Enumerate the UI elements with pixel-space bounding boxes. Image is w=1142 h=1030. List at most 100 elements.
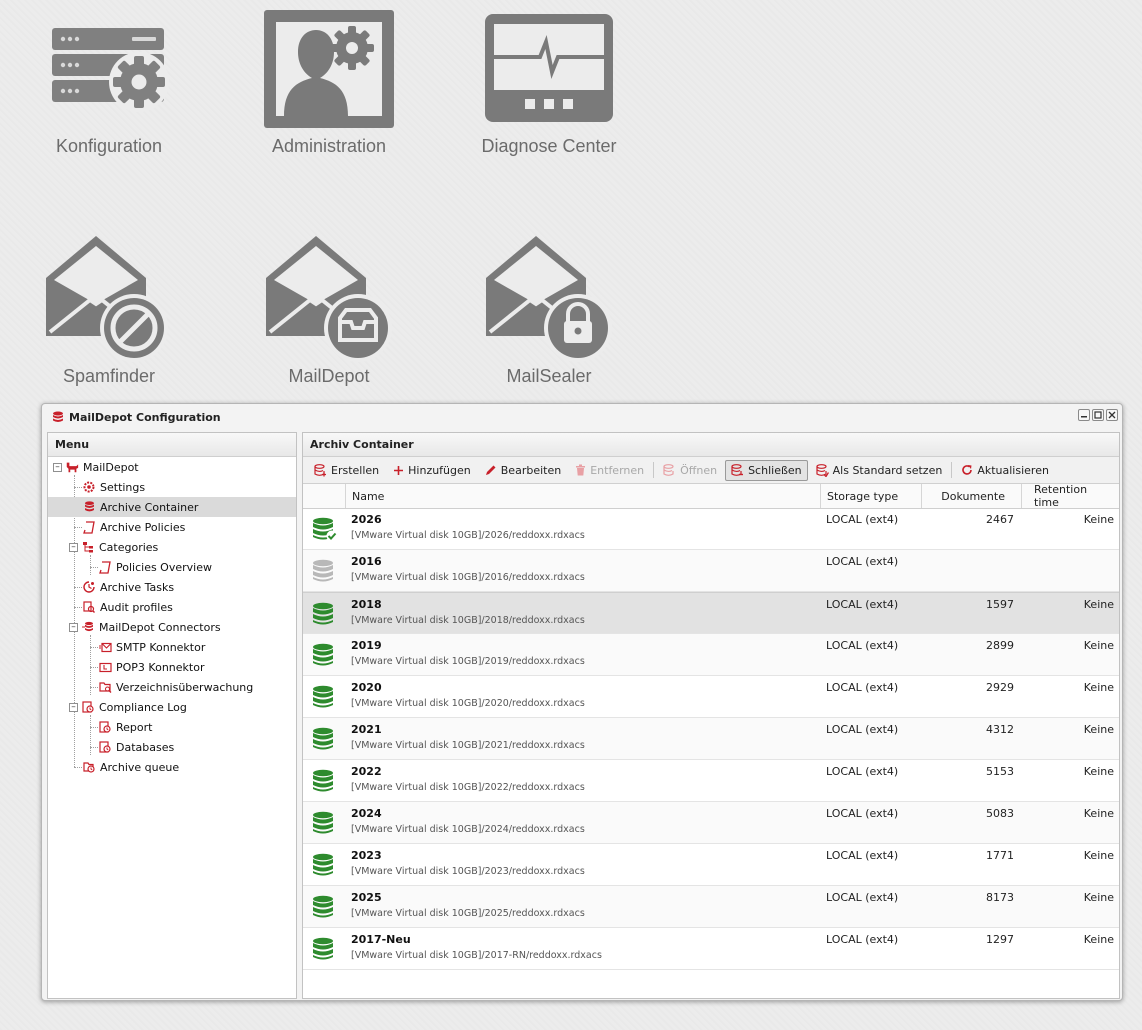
tree-item-archive-container[interactable]: Archive Container: [48, 497, 296, 517]
tree-label: Archive Policies: [100, 520, 186, 534]
tree-item-maildepot[interactable]: – MailDepot: [48, 457, 296, 477]
close-icon: [1108, 411, 1116, 419]
container-path: [VMware Virtual disk 10GB]/2018/reddoxx.…: [351, 615, 585, 626]
tree-label: MailDepot Connectors: [99, 620, 221, 634]
container-documents: 4312: [986, 723, 1014, 736]
table-row[interactable]: 2017-Neu [VMware Virtual disk 10GB]/2017…: [303, 928, 1119, 970]
tree-item-archive-tasks[interactable]: Archive Tasks: [48, 577, 296, 597]
app-maildepot[interactable]: MailDepot: [254, 232, 404, 392]
container-retention: Keine: [1083, 513, 1114, 526]
tree-item-compliance-log[interactable]: – Compliance Log: [48, 697, 296, 717]
app-spamfinder[interactable]: Spamfinder: [34, 232, 184, 392]
table-row[interactable]: 2018 [VMware Virtual disk 10GB]/2018/red…: [303, 592, 1119, 634]
container-name: 2019: [351, 639, 382, 652]
tree-item-databases[interactable]: Databases: [48, 737, 296, 757]
container-name: 2024: [351, 807, 382, 820]
container-path: [VMware Virtual disk 10GB]/2020/reddoxx.…: [351, 698, 585, 709]
database-icon: [82, 500, 96, 514]
tree-label: Audit profiles: [100, 600, 173, 614]
table-row[interactable]: 2019 [VMware Virtual disk 10GB]/2019/red…: [303, 634, 1119, 676]
app-diagnose-center[interactable]: Diagnose Center: [474, 10, 624, 160]
tree-item-maildepot-connectors[interactable]: – MailDepot Connectors: [48, 617, 296, 637]
tree-item-archive-policies[interactable]: Archive Policies: [48, 517, 296, 537]
container-documents: 1597: [986, 598, 1014, 611]
table-row[interactable]: 2021 [VMware Virtual disk 10GB]/2021/red…: [303, 718, 1119, 760]
table-row[interactable]: 2026 [VMware Virtual disk 10GB]/2026/red…: [303, 508, 1119, 550]
maximize-icon: [1094, 411, 1102, 419]
close-button[interactable]: [1106, 409, 1118, 421]
container-documents: 1771: [986, 849, 1014, 862]
tree-item-policies-overview[interactable]: Policies Overview: [48, 557, 296, 577]
als-standard-setzen-button[interactable]: Als Standard setzen: [810, 460, 949, 481]
tree-item-report[interactable]: Report: [48, 717, 296, 737]
collapse-icon[interactable]: –: [69, 622, 78, 632]
trash-icon: [576, 464, 586, 476]
column-header-storage[interactable]: Storage type: [820, 484, 921, 508]
table-row[interactable]: 2016 [VMware Virtual disk 10GB]/2016/red…: [303, 550, 1119, 592]
tree-label: Archive Tasks: [100, 580, 175, 594]
tree-label: Report: [116, 720, 153, 734]
container-documents: 5083: [986, 807, 1014, 820]
container-name: 2023: [351, 849, 382, 862]
pop3-icon: [98, 660, 112, 674]
tree-item-audit-profiles[interactable]: Audit profiles: [48, 597, 296, 617]
tree-item-settings[interactable]: Settings: [48, 477, 296, 497]
column-header-icon[interactable]: [303, 484, 345, 508]
database-icon: [313, 602, 333, 625]
database-icon: [313, 769, 333, 792]
column-header-name[interactable]: Name: [345, 484, 820, 508]
container-path: [VMware Virtual disk 10GB]/2026/reddoxx.…: [351, 530, 585, 541]
container-storage: LOCAL (ext4): [826, 807, 899, 820]
tree-item-pop3-konnektor[interactable]: POP3 Konnektor: [48, 657, 296, 677]
database-icon: [313, 937, 333, 960]
tree-item-categories[interactable]: – Categories: [48, 537, 296, 557]
app-konfiguration[interactable]: Konfiguration: [34, 10, 184, 160]
menu-panel: Menu – MailDepot Settings Archive Contai…: [47, 432, 297, 999]
erstellen-button[interactable]: Erstellen: [308, 460, 385, 481]
container-storage: LOCAL (ext4): [826, 891, 899, 904]
hinzufuegen-button[interactable]: Hinzufügen: [387, 460, 477, 481]
table-row[interactable]: 2023 [VMware Virtual disk 10GB]/2023/red…: [303, 844, 1119, 886]
app-administration[interactable]: Administration: [254, 10, 404, 160]
container-storage: LOCAL (ext4): [826, 933, 899, 946]
bearbeiten-button[interactable]: Bearbeiten: [479, 460, 567, 481]
container-retention: Keine: [1083, 639, 1114, 652]
table-row[interactable]: 2020 [VMware Virtual disk 10GB]/2020/red…: [303, 676, 1119, 718]
container-name: 2025: [351, 891, 382, 904]
tree-item-smtp-konnektor[interactable]: SMTP Konnektor: [48, 637, 296, 657]
database-icon: [53, 411, 63, 422]
collapse-icon[interactable]: –: [53, 462, 62, 472]
app-label: MailSealer: [506, 366, 592, 386]
database-icon: [313, 727, 333, 750]
database-close-icon: [731, 463, 744, 476]
app-label: Administration: [271, 136, 387, 156]
table-row[interactable]: 2022 [VMware Virtual disk 10GB]/2022/red…: [303, 760, 1119, 802]
toolbar-separator: [653, 462, 655, 478]
schliessen-button[interactable]: Schließen: [725, 459, 808, 481]
container-path: [VMware Virtual disk 10GB]/2017-RN/reddo…: [351, 950, 602, 961]
tree-label: MailDepot: [83, 460, 139, 474]
column-header-documents[interactable]: Dokumente: [921, 484, 1021, 508]
audit-icon: [82, 600, 96, 614]
column-header-retention[interactable]: Retention time: [1021, 483, 1119, 509]
collapse-icon[interactable]: –: [69, 542, 78, 552]
container-documents: 2929: [986, 681, 1014, 694]
table-row[interactable]: 2024 [VMware Virtual disk 10GB]/2024/red…: [303, 802, 1119, 844]
user-gear-icon: [264, 10, 394, 128]
entfernen-button[interactable]: Entfernen: [569, 460, 650, 481]
app-mailsealer[interactable]: MailSealer: [474, 232, 624, 392]
oeffnen-button[interactable]: Öffnen: [657, 460, 723, 481]
window-titlebar[interactable]: MailDepot Configuration: [42, 404, 1122, 430]
table-row[interactable]: 2025 [VMware Virtual disk 10GB]/2025/red…: [303, 886, 1119, 928]
container-path: [VMware Virtual disk 10GB]/2025/reddoxx.…: [351, 908, 585, 919]
refresh-icon: [962, 465, 973, 475]
tree-item-archive-queue[interactable]: Archive queue: [48, 757, 296, 777]
window-controls: [1078, 409, 1118, 421]
maximize-button[interactable]: [1092, 409, 1104, 421]
minimize-button[interactable]: [1078, 409, 1090, 421]
collapse-icon[interactable]: –: [69, 702, 78, 712]
policy-icon: [82, 520, 96, 534]
button-label: Bearbeiten: [500, 463, 562, 477]
tree-item-verzeichnisueberwachung[interactable]: Verzeichnisüberwachung: [48, 677, 296, 697]
aktualisieren-button[interactable]: Aktualisieren: [955, 460, 1055, 481]
